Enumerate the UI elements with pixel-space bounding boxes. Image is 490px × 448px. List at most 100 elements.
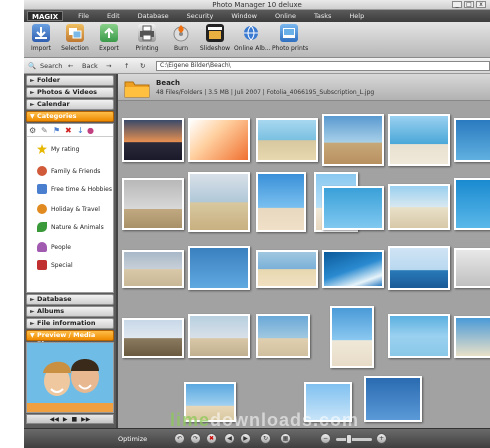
watermark: limedownloads.com [170, 410, 359, 431]
menu-database[interactable]: Database [129, 12, 178, 20]
photo-thumbnail[interactable] [122, 250, 184, 288]
photo-thumbnail[interactable] [188, 172, 250, 232]
photo-thumbnail[interactable] [330, 306, 374, 368]
photo-thumbnail[interactable] [322, 114, 384, 166]
back-button[interactable]: Back [82, 62, 98, 70]
burn-button[interactable]: Burn [164, 24, 198, 52]
slideshow-label: Slideshow [199, 45, 231, 52]
watermark-part1: lime [170, 410, 211, 430]
photo-prints-button[interactable]: Photo prints [272, 24, 308, 52]
fast-forward-icon[interactable]: ▶▶ [81, 416, 90, 423]
photo-thumbnail[interactable] [454, 316, 490, 358]
rewind-icon[interactable]: ◀◀ [50, 416, 59, 423]
stop-icon[interactable]: ■ [71, 416, 77, 423]
photo-thumbnail[interactable] [388, 246, 450, 290]
panel-calendar[interactable]: ► Calendar [26, 99, 114, 110]
photo-thumbnail[interactable] [388, 314, 450, 358]
photo-thumbnail[interactable] [188, 314, 250, 358]
photo-thumbnail[interactable] [256, 118, 318, 162]
category-my-rating[interactable]: My rating [37, 144, 79, 154]
new-category-icon[interactable]: ✎ [41, 126, 48, 135]
tag-icon[interactable]: ● [87, 126, 94, 135]
refresh-icon[interactable]: ↻ [140, 62, 145, 70]
edit-category-icon[interactable]: ⚑ [53, 126, 60, 135]
photo-thumbnail[interactable] [256, 250, 318, 288]
photo-thumbnail[interactable] [122, 318, 184, 358]
panel-photos-videos[interactable]: ► Photos & Videos [26, 87, 114, 98]
panel-file-information-label: File information [37, 319, 96, 327]
collapse-arrow-icon: ► [30, 308, 35, 315]
photo-thumbnail[interactable] [256, 172, 306, 232]
zoom-slider-handle[interactable] [346, 434, 352, 444]
panel-file-information[interactable]: ► File information [26, 318, 114, 329]
photo-prints-icon [280, 24, 298, 42]
category-nature-animals[interactable]: Nature & Animals [37, 222, 104, 232]
category-free-time-hobbies[interactable]: Free time & Hobbies [37, 184, 112, 194]
view-grid-icon[interactable]: ▦ [280, 433, 291, 444]
panel-albums[interactable]: ► Albums [26, 306, 114, 317]
up-folder-icon[interactable]: ↑ [124, 62, 129, 70]
photo-thumbnail[interactable] [388, 184, 450, 230]
path-field[interactable]: C:\Eigene Bilder\Beach\ [156, 61, 490, 71]
optimize-button[interactable]: Optimize [118, 435, 147, 443]
zoom-slider[interactable] [336, 438, 372, 441]
undo-icon[interactable]: ↶ [174, 433, 185, 444]
maximize-button[interactable]: □ [464, 1, 474, 8]
category-holiday-travel[interactable]: Holiday & Travel [37, 204, 100, 214]
photo-thumbnail[interactable] [122, 118, 184, 162]
redo-icon[interactable]: ↷ [190, 433, 201, 444]
rotate-icon[interactable]: ↻ [260, 433, 271, 444]
photo-thumbnail[interactable] [188, 118, 250, 162]
menu-online[interactable]: Online [266, 12, 305, 20]
burn-label: Burn [173, 45, 189, 52]
category-special[interactable]: Special [37, 260, 73, 270]
watermark-part2: downloads.com [210, 410, 360, 430]
slideshow-button[interactable]: Slideshow [198, 24, 232, 52]
menu-tasks[interactable]: Tasks [305, 12, 340, 20]
forward-arrow-icon[interactable]: → [106, 62, 111, 70]
photo-thumbnail[interactable] [454, 178, 490, 230]
close-button[interactable]: x [476, 1, 486, 8]
online-album-button[interactable]: Online Alb... [234, 24, 271, 52]
play-icon[interactable]: ▶ [63, 416, 68, 423]
panel-calendar-label: Calendar [37, 100, 70, 108]
prev-icon[interactable]: ◀ [224, 433, 235, 444]
folder-name: Beach [156, 79, 180, 87]
export-button[interactable]: Export [92, 24, 126, 52]
move-down-icon[interactable]: ↓ [77, 126, 84, 135]
panel-database[interactable]: ► Database [26, 294, 114, 305]
back-arrow-icon[interactable]: ← [68, 62, 73, 70]
settings-gear-icon[interactable]: ⚙ [29, 126, 36, 135]
category-people[interactable]: People [37, 242, 71, 252]
photo-thumbnail[interactable] [364, 376, 422, 422]
next-icon[interactable]: ▶ [240, 433, 251, 444]
selection-button[interactable]: Selection [58, 24, 92, 52]
menu-window[interactable]: Window [222, 12, 266, 20]
panel-categories[interactable]: ▼ Categories [26, 111, 114, 122]
panel-preview[interactable]: ▼Preview / Media Player [26, 330, 114, 348]
delete-icon[interactable]: ✖ [206, 433, 217, 444]
panel-folder[interactable]: ► Folder [26, 75, 114, 86]
minimize-button[interactable]: _ [452, 1, 462, 8]
photo-thumbnail[interactable] [188, 246, 250, 290]
photo-thumbnail[interactable] [322, 186, 384, 230]
menu-edit[interactable]: Edit [98, 12, 129, 20]
zoom-in-icon[interactable]: + [376, 433, 387, 444]
menu-security[interactable]: Security [178, 12, 223, 20]
menu-help[interactable]: Help [340, 12, 373, 20]
photo-thumbnail[interactable] [256, 314, 310, 358]
menu-file[interactable]: File [69, 12, 98, 20]
search-icon[interactable]: 🔍 [28, 62, 36, 70]
category-family-friends[interactable]: Family & Friends [37, 166, 100, 176]
panel-photos-videos-label: Photos & Videos [37, 88, 98, 96]
photo-thumbnail[interactable] [388, 114, 450, 166]
import-button[interactable]: Import [24, 24, 58, 52]
photo-thumbnail[interactable] [122, 178, 184, 230]
photo-thumbnail[interactable] [454, 248, 490, 288]
photo-thumbnail[interactable] [322, 250, 384, 288]
printing-button[interactable]: Printing [130, 24, 164, 52]
photo-thumbnail[interactable] [454, 118, 490, 162]
zoom-out-icon[interactable]: − [320, 433, 331, 444]
delete-category-icon[interactable]: ✖ [65, 126, 72, 135]
search-button[interactable]: Search [40, 62, 62, 70]
